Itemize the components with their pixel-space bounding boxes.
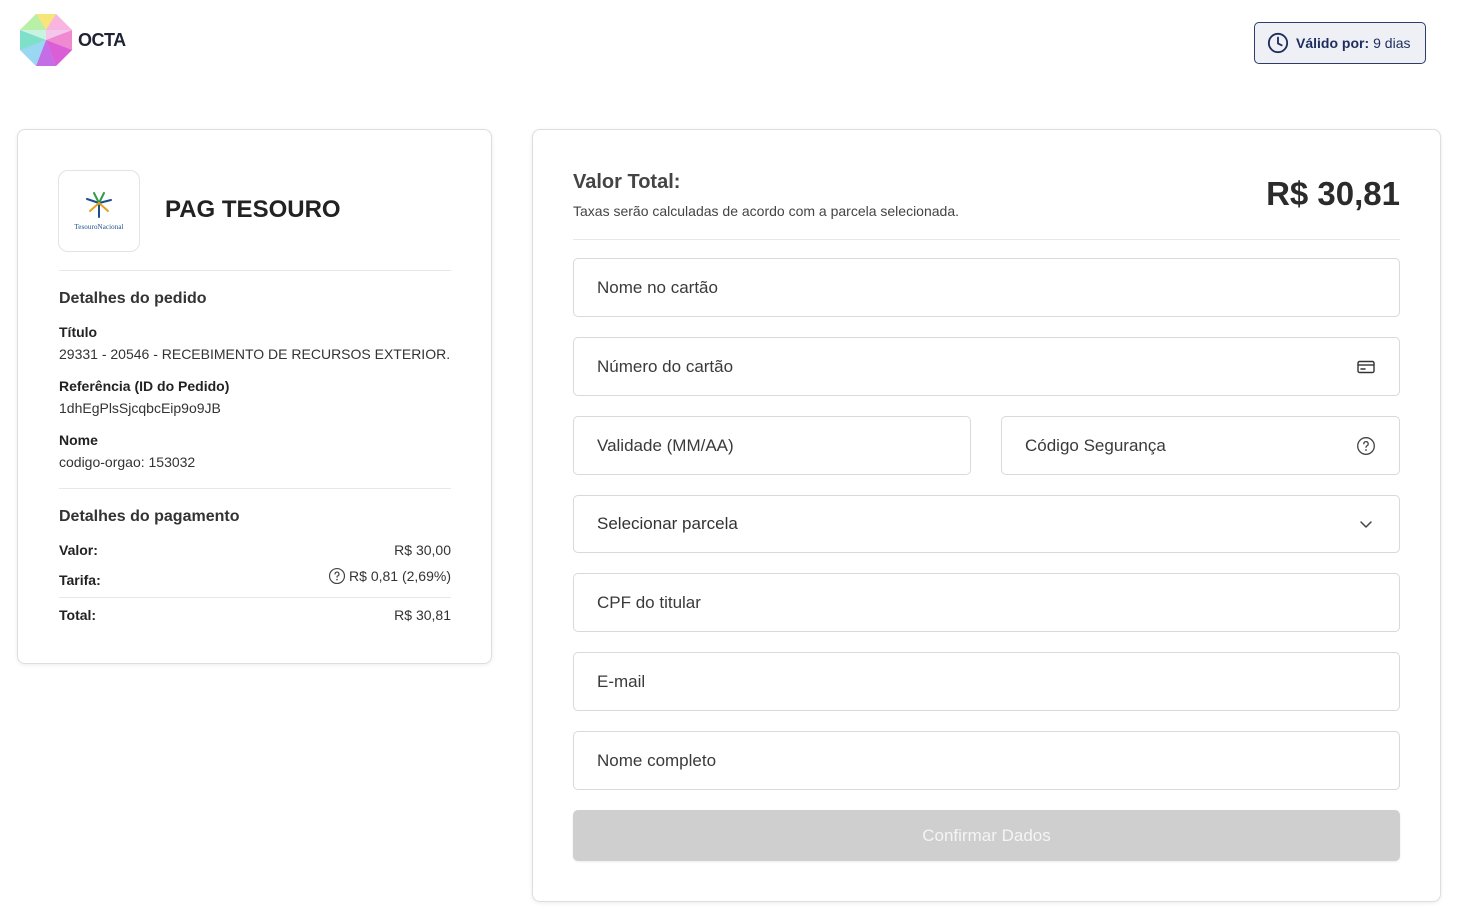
cvv-input[interactable] bbox=[1025, 435, 1356, 456]
card-name-field[interactable] bbox=[573, 258, 1400, 317]
divider bbox=[573, 239, 1400, 240]
order-name-label: Nome bbox=[59, 432, 98, 448]
full-name-input[interactable] bbox=[597, 750, 1376, 771]
fee-value-text: R$ 0,81 (2,69%) bbox=[349, 568, 451, 584]
cvv-field[interactable] bbox=[1001, 416, 1400, 475]
credit-card-icon bbox=[1357, 360, 1375, 373]
total-title: Valor Total: bbox=[573, 171, 681, 193]
octa-gem-logo-icon bbox=[20, 14, 72, 66]
email-input[interactable] bbox=[597, 671, 1376, 692]
amount-label: Valor: bbox=[59, 542, 98, 558]
total-subtitle: Taxas serão calculadas de acordo com a p… bbox=[573, 203, 960, 219]
payment-form-card: Valor Total: Taxas serão calculadas de a… bbox=[532, 129, 1441, 902]
expiry-input[interactable] bbox=[597, 435, 947, 456]
order-reference-value: 1dhEgPlsSjcqbcEip9o9JB bbox=[59, 400, 221, 416]
order-title-label: Título bbox=[59, 324, 98, 340]
expiry-field[interactable] bbox=[573, 416, 971, 475]
order-title-value: 29331 - 20546 - RECEBIMENTO DE RECURSOS … bbox=[59, 346, 451, 362]
email-field[interactable] bbox=[573, 652, 1400, 711]
payment-details-title: Detalhes do pagamento bbox=[59, 508, 240, 525]
order-reference-label: Referência (ID do Pedido) bbox=[59, 378, 230, 394]
full-name-field[interactable] bbox=[573, 731, 1400, 790]
brand-name: OCTA bbox=[78, 29, 126, 50]
cpf-field[interactable] bbox=[573, 573, 1400, 632]
merchant-logo: TesouroNacional bbox=[58, 170, 140, 252]
fee-value: R$ 0,81 (2,69%) bbox=[328, 567, 451, 585]
validity-value: 9 dias bbox=[1373, 35, 1411, 51]
brand-logo[interactable]: OCTA bbox=[18, 12, 126, 68]
fee-label: Tarifa: bbox=[59, 572, 101, 588]
tesouro-nacional-logo-icon bbox=[86, 192, 112, 218]
installments-select-value: Selecionar parcela bbox=[597, 514, 738, 533]
amount-value: R$ 30,00 bbox=[394, 542, 451, 558]
confirm-button[interactable]: Confirmar Dados bbox=[573, 810, 1400, 861]
card-number-field[interactable] bbox=[573, 337, 1400, 396]
total-value: R$ 30,81 bbox=[394, 607, 451, 623]
installments-select[interactable]: Selecionar parcela bbox=[573, 495, 1400, 553]
total-amount: R$ 30,81 bbox=[1266, 175, 1400, 212]
divider bbox=[59, 597, 451, 598]
clock-icon bbox=[1267, 32, 1289, 54]
cpf-input[interactable] bbox=[597, 592, 1376, 613]
merchant-logo-text: TesouroNacional bbox=[74, 223, 124, 231]
divider bbox=[59, 270, 451, 271]
order-details-title: Detalhes do pedido bbox=[59, 290, 207, 307]
divider bbox=[59, 488, 451, 489]
validity-badge: Válido por: 9 dias bbox=[1254, 22, 1426, 64]
validity-label: Válido por: bbox=[1296, 35, 1370, 51]
card-number-input[interactable] bbox=[597, 356, 1356, 377]
order-summary-card: TesouroNacional PAG TESOURO Detalhes do … bbox=[17, 129, 492, 664]
card-name-input[interactable] bbox=[597, 277, 1376, 298]
help-circle-icon[interactable] bbox=[328, 567, 346, 585]
merchant-name: PAG TESOURO bbox=[165, 196, 341, 223]
chevron-down-icon bbox=[1360, 521, 1372, 528]
help-circle-icon[interactable] bbox=[1356, 436, 1376, 456]
order-name-value: codigo-orgao: 153032 bbox=[59, 454, 196, 470]
total-label: Total: bbox=[59, 607, 97, 623]
